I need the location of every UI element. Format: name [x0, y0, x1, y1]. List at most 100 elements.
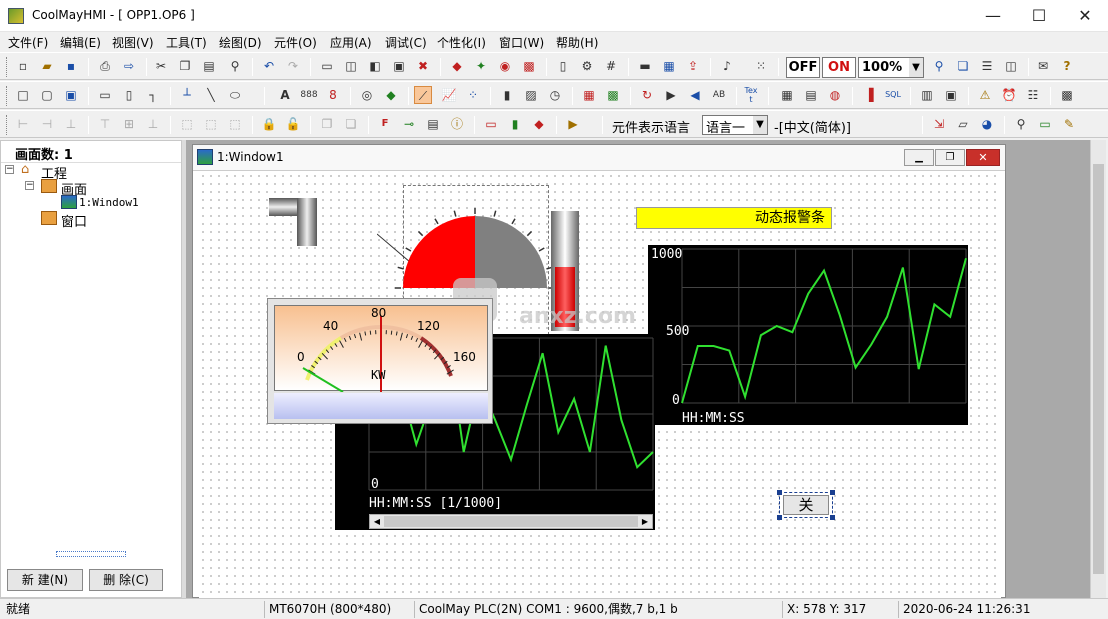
hline-icon[interactable]: ▭: [96, 86, 114, 104]
menu-application[interactable]: 应用(A): [330, 34, 372, 51]
menu-window[interactable]: 窗口(W): [499, 34, 544, 51]
eraser-icon[interactable]: ▱: [954, 115, 972, 133]
edit-window-icon[interactable]: ◫: [342, 57, 360, 75]
on-button[interactable]: ON: [822, 57, 856, 78]
open-folder-icon[interactable]: ▰: [38, 57, 56, 75]
window-list-icon[interactable]: ▣: [390, 57, 408, 75]
qrcode-icon[interactable]: ▩: [1058, 86, 1076, 104]
same-height-icon[interactable]: ⬚: [202, 115, 220, 133]
tree-windows[interactable]: 窗口: [61, 211, 87, 230]
ellipse-tool-icon[interactable]: ⬭: [226, 86, 244, 104]
page-settings-icon[interactable]: ⚙: [578, 57, 596, 75]
menu-personalize[interactable]: 个性化(I): [437, 34, 486, 51]
new-file-icon[interactable]: ▫: [14, 57, 32, 75]
unlock-icon[interactable]: 🔓: [284, 115, 302, 133]
trend2-scrollbar[interactable]: ◀ ▶: [369, 514, 653, 529]
panel-splitter[interactable]: [56, 551, 126, 557]
dial-icon[interactable]: ◍: [826, 86, 844, 104]
text-tool-icon[interactable]: A: [276, 86, 294, 104]
tile-horizontal-icon[interactable]: ☰: [978, 57, 996, 75]
search-icon[interactable]: ⚲: [1012, 115, 1030, 133]
vline-icon[interactable]: ▯: [120, 86, 138, 104]
toolbar-grip[interactable]: [6, 115, 9, 135]
copy-icon[interactable]: ❐: [176, 57, 194, 75]
off-button[interactable]: OFF: [786, 57, 820, 78]
image-icon[interactable]: ▨: [522, 86, 540, 104]
ie-icon[interactable]: ◕: [978, 115, 996, 133]
cut-icon[interactable]: ✂: [152, 57, 170, 75]
clock-icon[interactable]: ◷: [546, 86, 564, 104]
panel-tool-icon[interactable]: ▣: [62, 86, 80, 104]
menu-component[interactable]: 元件(O): [274, 34, 317, 51]
align-left-icon[interactable]: ⊢: [14, 115, 32, 133]
diamond-icon[interactable]: ◆: [530, 115, 548, 133]
calendar-icon[interactable]: ▦: [660, 57, 678, 75]
doc-restore-button[interactable]: ❐: [935, 149, 965, 166]
frame-tool-icon[interactable]: ▢: [38, 86, 56, 104]
run-icon[interactable]: ▶: [564, 115, 582, 133]
scroll-left-icon[interactable]: ◀: [370, 515, 384, 528]
numeric-input-icon[interactable]: 8: [324, 86, 342, 104]
pipe-icon[interactable]: ⊸: [400, 115, 418, 133]
new-screen-button[interactable]: 新 建(N): [7, 569, 83, 591]
tile-vertical-icon[interactable]: ◫: [1002, 57, 1020, 75]
font-icon[interactable]: F: [376, 115, 394, 133]
menu-debug[interactable]: 调试(C): [385, 34, 427, 51]
scatter-chart-icon[interactable]: ⁘: [464, 86, 482, 104]
offline-sim-icon[interactable]: ◉: [496, 57, 514, 75]
date-icon[interactable]: ▤: [802, 86, 820, 104]
doc-minimize-button[interactable]: ▁: [904, 149, 934, 166]
scroll-thumb[interactable]: [1093, 164, 1104, 574]
trend-chart-1[interactable]: 1000 500 0 HH:MM:SS: [648, 245, 968, 425]
maximize-button[interactable]: ☐: [1016, 0, 1062, 32]
language-select[interactable]: 语言一 ▼: [702, 115, 768, 136]
dynamic-alarm-bar[interactable]: 动态报警条: [636, 207, 832, 229]
alarm-icon[interactable]: ⏰: [1000, 86, 1018, 104]
number-display-icon[interactable]: 888: [300, 86, 318, 104]
ungroup-icon[interactable]: ❏: [342, 115, 360, 133]
picture-icon[interactable]: ▦: [580, 86, 598, 104]
mail-icon[interactable]: ✉: [1034, 57, 1052, 75]
rect-tool-icon[interactable]: □: [14, 86, 32, 104]
align-bottom-icon[interactable]: ⊥: [144, 115, 162, 133]
lock-icon[interactable]: 🔒: [260, 115, 278, 133]
list-icon[interactable]: ▥: [918, 86, 936, 104]
scroll-track[interactable]: [384, 516, 638, 527]
pipe-elbow[interactable]: [269, 195, 321, 247]
lamp-icon[interactable]: ◎: [358, 86, 376, 104]
number-icon[interactable]: #: [602, 57, 620, 75]
log-icon[interactable]: ☷: [1024, 86, 1042, 104]
build-icon[interactable]: ✦: [472, 57, 490, 75]
online-sim-icon[interactable]: ▩: [520, 57, 538, 75]
menu-draw[interactable]: 绘图(D): [219, 34, 262, 51]
brush-icon[interactable]: ✎: [1060, 115, 1078, 133]
tree-collapse-screens[interactable]: −: [25, 181, 34, 190]
keyboard-icon[interactable]: ▬: [636, 57, 654, 75]
refresh-icon[interactable]: ↻: [638, 86, 656, 104]
recipe-icon[interactable]: ▐: [860, 86, 878, 104]
line-tool-icon[interactable]: ╲: [202, 86, 220, 104]
paste-icon[interactable]: ▤: [200, 57, 218, 75]
music-icon[interactable]: ♪: [718, 57, 736, 75]
rewind-icon[interactable]: ◀: [686, 86, 704, 104]
zoom-select[interactable]: 100% ▼: [858, 57, 924, 78]
table-icon[interactable]: ▦: [778, 86, 796, 104]
tree-collapse-root[interactable]: −: [5, 165, 14, 174]
toolbar-grip[interactable]: [6, 57, 9, 77]
compile-icon[interactable]: ◆: [448, 57, 466, 75]
same-width-icon[interactable]: ⬚: [178, 115, 196, 133]
event-icon[interactable]: ▣: [942, 86, 960, 104]
delete-screen-button[interactable]: 删 除(C): [89, 569, 163, 591]
mdi-vertical-scrollbar[interactable]: [1090, 140, 1106, 598]
menu-file[interactable]: 文件(F): [8, 34, 48, 51]
zoom-icon[interactable]: ⚲: [930, 57, 948, 75]
toolbar-grip[interactable]: [6, 86, 9, 106]
scroll-right-icon[interactable]: ▶: [638, 515, 652, 528]
menu-view[interactable]: 视图(V): [112, 34, 154, 51]
doc-close-button[interactable]: ✕: [966, 149, 1000, 166]
toggle-button[interactable]: 关: [783, 495, 829, 515]
text-icon[interactable]: Tex t: [742, 86, 760, 104]
cascade-icon[interactable]: ❏: [954, 57, 972, 75]
delete-window-icon[interactable]: ✖: [414, 57, 432, 75]
download-icon[interactable]: ⇨: [120, 57, 138, 75]
